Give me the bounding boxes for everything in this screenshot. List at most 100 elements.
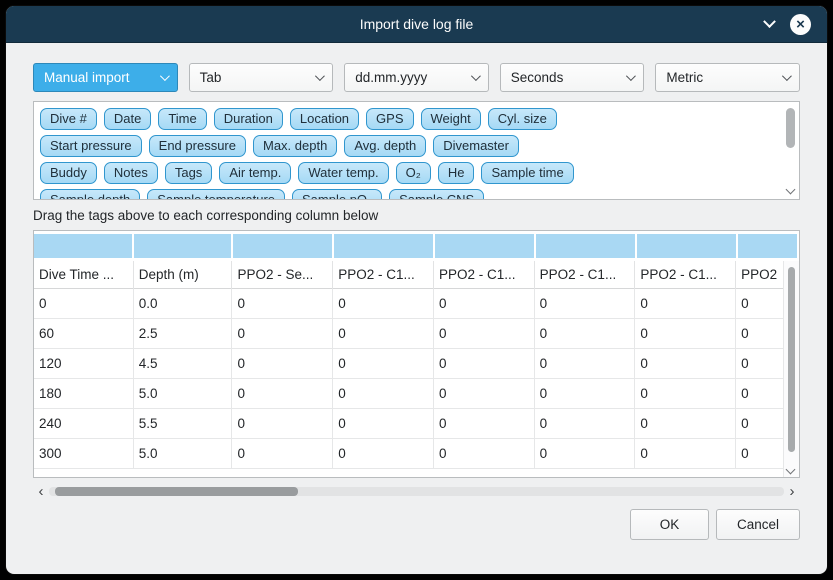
table-cell: 0: [333, 409, 434, 439]
table-vertical-scrollbar[interactable]: [783, 261, 799, 477]
column-header: PPO2 - C1...: [333, 261, 434, 289]
scroll-left-icon[interactable]: ‹: [33, 484, 49, 499]
table-cell: 60: [34, 319, 134, 349]
table-cell: 0: [535, 379, 636, 409]
draggable-tag[interactable]: Date: [104, 108, 151, 130]
table-cell: 0: [434, 289, 535, 319]
table-cell: 0: [635, 289, 736, 319]
draggable-tag[interactable]: Water temp.: [298, 162, 388, 184]
draggable-tag[interactable]: Tags: [165, 162, 212, 184]
scrollbar-track[interactable]: [49, 487, 784, 496]
units-combo[interactable]: Metric: [655, 63, 800, 92]
draggable-tag[interactable]: Sample CNS: [389, 189, 484, 200]
draggable-tag[interactable]: Max. depth: [253, 135, 337, 157]
window-title: Import dive log file: [360, 16, 474, 32]
draggable-tag[interactable]: Start pressure: [40, 135, 142, 157]
table-row: 00.0000000: [34, 289, 799, 319]
tag-row: Start pressure End pressure Max. depth Avg.…: [40, 135, 793, 157]
table-cell: 0: [535, 319, 636, 349]
draggable-tag[interactable]: O₂: [396, 162, 431, 184]
draggable-tag[interactable]: Divemaster: [433, 135, 519, 157]
draggable-tag[interactable]: Location: [290, 108, 359, 130]
column-drop-row: [34, 234, 799, 258]
scroll-right-icon[interactable]: ›: [784, 484, 800, 499]
tag-pool: Dive # Date Time Duration Location GPS Weight C…: [33, 101, 800, 200]
column-drop-target[interactable]: [738, 234, 799, 258]
column-header: PPO2 - C1...: [635, 261, 736, 289]
column-drop-target[interactable]: [435, 234, 536, 258]
table-cell: 0: [232, 289, 333, 319]
import-type-combo[interactable]: Manual import: [33, 63, 178, 92]
titlebar[interactable]: Import dive log file ×: [6, 6, 827, 43]
table-cell: 5.0: [134, 439, 233, 469]
table-horizontal-scrollbar[interactable]: ‹ ›: [33, 483, 800, 500]
column-drop-target[interactable]: [637, 234, 738, 258]
ok-button[interactable]: OK: [630, 509, 709, 540]
duration-format-value: Seconds: [511, 70, 564, 85]
column-drop-target[interactable]: [536, 234, 637, 258]
table-cell: 0: [333, 319, 434, 349]
scrollbar-thumb[interactable]: [55, 487, 298, 496]
duration-format-combo[interactable]: Seconds: [500, 63, 645, 92]
draggable-tag[interactable]: Cyl. size: [488, 108, 557, 130]
close-icon[interactable]: ×: [790, 14, 811, 35]
import-preview-table: Dive Time ...Depth (m)PPO2 - Se...PPO2 -…: [33, 230, 800, 478]
draggable-tag[interactable]: Duration: [214, 108, 283, 130]
column-header: PPO2 - C1...: [434, 261, 535, 289]
draggable-tag[interactable]: Time: [158, 108, 206, 130]
cancel-button[interactable]: Cancel: [716, 509, 800, 540]
column-drop-target[interactable]: [334, 234, 435, 258]
draggable-tag[interactable]: Sample pO₂: [292, 189, 382, 200]
table-row: 1204.5000000: [34, 349, 799, 379]
draggable-tag[interactable]: Notes: [104, 162, 158, 184]
tag-pool-scrollbar[interactable]: [784, 104, 797, 197]
draggable-tag[interactable]: Sample depth: [40, 189, 140, 200]
table-cell: 0: [333, 439, 434, 469]
table-row: 2405.5000000: [34, 409, 799, 439]
draggable-tag[interactable]: Sample time: [481, 162, 573, 184]
table-cell: 2.5: [134, 319, 233, 349]
table-cell: 5.5: [134, 409, 233, 439]
scroll-down-icon[interactable]: [786, 465, 796, 475]
table-cell: 4.5: [134, 349, 233, 379]
draggable-tag[interactable]: Air temp.: [219, 162, 291, 184]
draggable-tag[interactable]: Avg. depth: [344, 135, 426, 157]
chevron-down-icon: [471, 71, 481, 81]
scrollbar-thumb[interactable]: [788, 267, 795, 452]
table-row: 3005.0000000: [34, 439, 799, 469]
table-cell: 0: [232, 379, 333, 409]
draggable-tag[interactable]: End pressure: [149, 135, 246, 157]
table-cell: 0: [333, 349, 434, 379]
table-cell: 300: [34, 439, 134, 469]
chevron-down-icon[interactable]: [763, 15, 776, 28]
column-drop-target[interactable]: [34, 234, 134, 258]
draggable-tag[interactable]: GPS: [366, 108, 413, 130]
chevron-down-icon: [782, 71, 792, 81]
table-row: 1805.0000000: [34, 379, 799, 409]
date-format-value: dd.mm.yyyy: [355, 70, 427, 85]
draggable-tag[interactable]: Sample temperature: [147, 189, 285, 200]
date-format-combo[interactable]: dd.mm.yyyy: [344, 63, 489, 92]
draggable-tag[interactable]: Buddy: [40, 162, 97, 184]
scrollbar-thumb[interactable]: [786, 108, 795, 148]
table-cell: 180: [34, 379, 134, 409]
table-cell: 0: [434, 379, 535, 409]
field-separator-combo[interactable]: Tab: [189, 63, 334, 92]
column-header: Dive Time ...: [34, 261, 134, 289]
chevron-down-icon: [626, 71, 636, 81]
table-cell: 0: [635, 349, 736, 379]
column-drop-target[interactable]: [233, 234, 334, 258]
draggable-tag[interactable]: Dive #: [40, 108, 97, 130]
table-cell: 0: [635, 409, 736, 439]
column-drop-target[interactable]: [134, 234, 233, 258]
column-header: Depth (m): [134, 261, 233, 289]
scroll-down-icon[interactable]: [786, 185, 796, 195]
import-dive-log-dialog: Import dive log file × Manual import Tab…: [6, 6, 827, 574]
table-cell: 0: [232, 409, 333, 439]
table-cell: 0: [535, 289, 636, 319]
draggable-tag[interactable]: He: [438, 162, 475, 184]
table-cell: 120: [34, 349, 134, 379]
draggable-tag[interactable]: Weight: [421, 108, 481, 130]
field-separator-value: Tab: [200, 70, 222, 85]
tag-row: Buddy Notes Tags Air temp. Water temp. O₂ He Sa…: [40, 162, 793, 184]
